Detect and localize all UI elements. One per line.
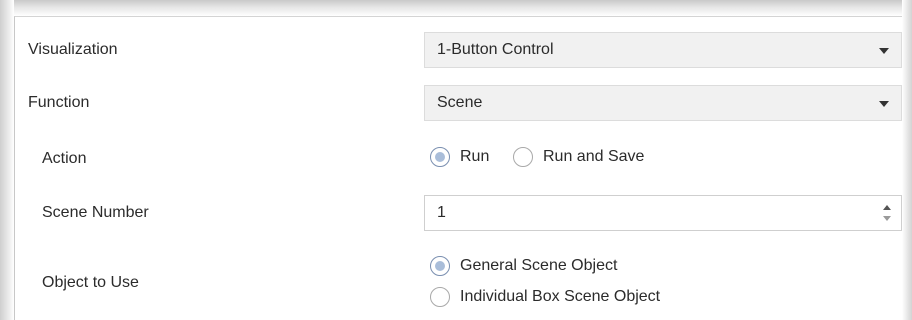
object-to-use-label: Object to Use	[42, 274, 139, 291]
visualization-select[interactable]: 1-Button Control	[424, 32, 902, 68]
action-label: Action	[42, 150, 87, 167]
top-shadow	[0, 0, 912, 16]
radio-run-label: Run	[460, 148, 490, 165]
function-select[interactable]: Scene	[424, 85, 902, 121]
radio-general-scene-object[interactable]: General Scene Object	[430, 256, 617, 276]
spin-up-icon[interactable]	[883, 205, 891, 210]
radio-individual-box-scene-object-label: Individual Box Scene Object	[460, 288, 661, 305]
scene-number-value: 1	[437, 204, 446, 221]
spin-down-icon[interactable]	[883, 216, 891, 221]
visualization-label: Visualization	[28, 41, 118, 58]
radio-run[interactable]: Run	[430, 147, 489, 167]
function-select-value: Scene	[437, 94, 483, 111]
scene-number-stepper[interactable]: 1	[424, 195, 902, 231]
radio-general-scene-object-label: General Scene Object	[460, 257, 618, 274]
radio-unselected-icon	[430, 287, 450, 307]
chevron-down-icon	[879, 48, 889, 54]
radio-selected-icon	[430, 147, 450, 167]
radio-individual-box-scene-object[interactable]: Individual Box Scene Object	[430, 287, 660, 307]
scene-number-label: Scene Number	[42, 204, 149, 221]
radio-run-and-save[interactable]: Run and Save	[513, 147, 644, 167]
radio-unselected-icon	[513, 147, 533, 167]
chevron-down-icon	[879, 101, 889, 107]
function-label: Function	[28, 94, 90, 111]
visualization-select-value: 1-Button Control	[437, 41, 554, 58]
right-shadow	[902, 0, 912, 320]
left-shadow	[0, 0, 14, 320]
radio-run-and-save-label: Run and Save	[543, 148, 645, 165]
radio-selected-icon	[430, 256, 450, 276]
